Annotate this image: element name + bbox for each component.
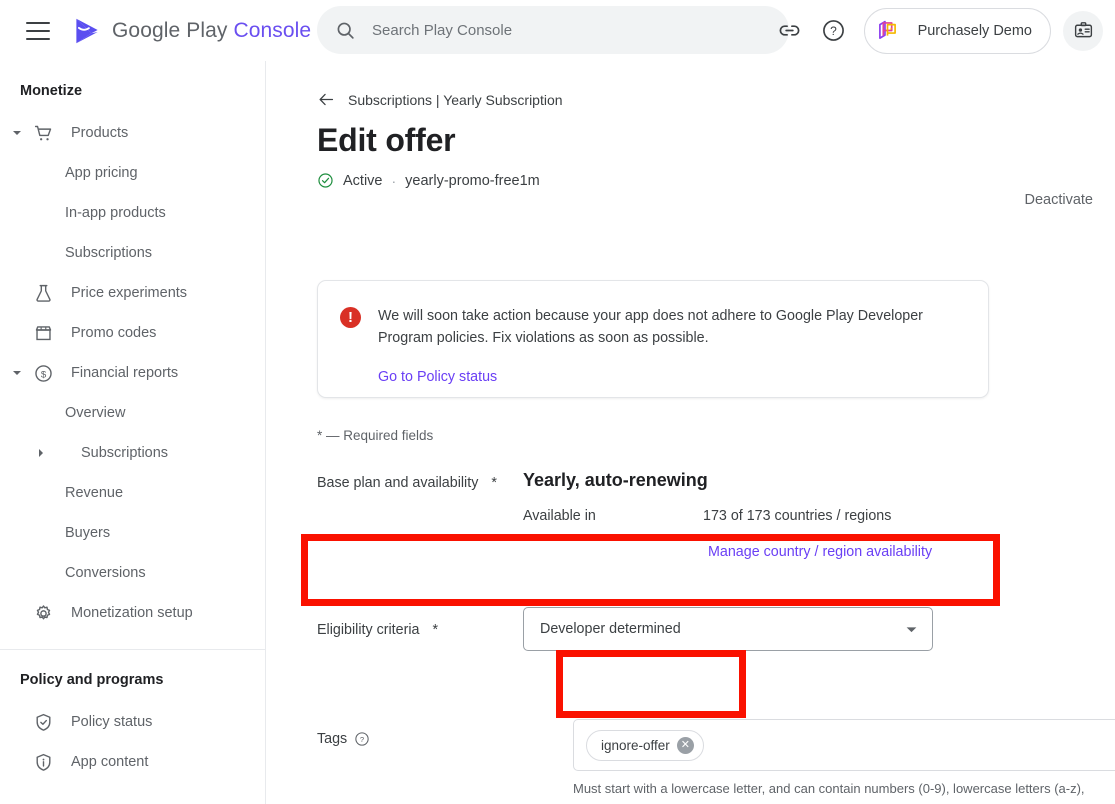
sidebar-item-buyers[interactable]: Buyers	[0, 513, 265, 553]
sidebar-item-label: Overview	[65, 405, 126, 421]
main-content: Subscriptions | Yearly Subscription Edit…	[266, 61, 1115, 804]
sidebar-item-label: Policy status	[71, 714, 153, 730]
sidebar-item-policy-status[interactable]: Policy status	[0, 702, 265, 742]
sidebar-section-title-monetize: Monetize	[20, 83, 83, 99]
status-badge: Active · yearly-promo-free1m	[317, 172, 1115, 189]
sidebar-item-label: Revenue	[65, 485, 124, 501]
hamburger-icon[interactable]	[26, 21, 50, 40]
sidebar-item-label: Conversions	[65, 565, 146, 581]
page-title: Edit offer	[317, 122, 456, 158]
arrow-left-icon[interactable]	[317, 90, 336, 109]
offer-id: yearly-promo-free1m	[405, 172, 540, 189]
sidebar-item-promo-codes[interactable]: Promo codes	[0, 313, 265, 353]
search-icon	[337, 22, 354, 39]
tag-chip[interactable]: ignore-offer ✕	[586, 729, 704, 761]
eligibility-criteria-label: Eligibility criteria *	[317, 622, 439, 638]
play-console-page: Google Play Console ?	[0, 0, 1115, 804]
brand-text: Google Play Console	[112, 19, 311, 43]
chevron-down-icon[interactable]	[6, 368, 28, 378]
purchasely-logo-icon	[869, 12, 906, 49]
status-label: Active	[343, 172, 383, 189]
tags-label-row: Tags ?	[317, 731, 370, 747]
chevron-down-icon[interactable]	[6, 128, 28, 138]
google-play-triangle-icon	[76, 18, 98, 43]
sidebar-item-label: In-app products	[65, 205, 166, 221]
sidebar-item-label: Financial reports	[71, 365, 179, 381]
sidebar-item-in-app-products[interactable]: In-app products	[0, 193, 265, 233]
available-in-label: Available in	[523, 508, 596, 524]
sidebar-item-label: App pricing	[65, 165, 138, 181]
sidebar-item-price-experiments[interactable]: Price experiments	[0, 273, 265, 313]
policy-warning-banner: ! We will soon take action because your …	[317, 280, 989, 398]
error-exclamation-icon: !	[340, 307, 361, 328]
svg-text:?: ?	[830, 24, 837, 38]
sidebar-item-monetization-setup[interactable]: Monetization setup	[0, 593, 265, 633]
status-separator: ·	[391, 172, 397, 189]
manage-country-region-availability-link[interactable]: Manage country / region availability	[708, 544, 932, 560]
sidebar-item-subscriptions-reports[interactable]: Subscriptions	[0, 433, 265, 473]
sidebar-item-label: Price experiments	[71, 285, 188, 301]
base-plan-label: Base plan and availability *	[317, 475, 497, 491]
breadcrumb-label: Subscriptions | Yearly Subscription	[348, 91, 563, 108]
tags-help-text: Must start with a lowercase letter, and …	[573, 781, 1085, 804]
sidebar-item-label: Monetization setup	[71, 605, 193, 621]
id-badge-icon[interactable]	[1063, 10, 1103, 51]
help-circle-icon[interactable]: ?	[814, 11, 854, 51]
brand-logo[interactable]: Google Play Console	[72, 16, 311, 46]
sidebar-item-app-pricing[interactable]: App pricing	[0, 153, 265, 193]
close-circle-icon[interactable]: ✕	[676, 736, 694, 754]
required-asterisk: *	[491, 475, 497, 491]
sidebar-item-app-content[interactable]: App content	[0, 742, 265, 782]
dollar-icon: $	[28, 363, 58, 384]
sidebar-item-products[interactable]: Products	[0, 113, 265, 153]
chevron-right-icon[interactable]	[30, 448, 52, 458]
sidebar-item-subscriptions[interactable]: Subscriptions	[0, 233, 265, 273]
flask-icon	[28, 283, 58, 304]
brand-google-play: Google Play	[112, 18, 228, 42]
chevron-down-icon[interactable]	[905, 623, 918, 636]
check-circle-icon	[318, 173, 333, 188]
sidebar-item-overview[interactable]: Overview	[0, 393, 265, 433]
link-icon[interactable]	[770, 11, 810, 51]
shield-check-icon	[28, 712, 58, 733]
top-bar-actions: ? Purchasely Demo	[770, 0, 1103, 61]
sidebar-item-label: Promo codes	[71, 325, 157, 341]
gear-icon	[28, 603, 58, 624]
store-icon	[28, 323, 58, 344]
sidebar-item-label: Products	[71, 125, 129, 141]
base-plan-title: Yearly, auto-renewing	[523, 470, 708, 490]
cart-icon	[28, 123, 58, 144]
svg-text:?: ?	[360, 735, 364, 744]
eligibility-criteria-select[interactable]: Developer determined	[523, 607, 933, 651]
banner-text: We will soon take action because your ap…	[378, 308, 923, 347]
deactivate-button[interactable]: Deactivate	[1024, 192, 1093, 208]
account-switcher[interactable]: Purchasely Demo	[863, 7, 1051, 54]
sidebar-item-label: App content	[71, 754, 149, 770]
tags-input-field[interactable]: ignore-offer ✕	[573, 719, 1115, 771]
sidebar-nav: Monetize Products App pricing In-app pro…	[0, 61, 266, 804]
required-fields-note: * — Required fields	[317, 428, 434, 443]
available-in-value: 173 of 173 countries / regions	[703, 508, 892, 524]
tags-label: Tags	[317, 731, 348, 747]
svg-text:$: $	[40, 369, 46, 380]
breadcrumb[interactable]: Subscriptions | Yearly Subscription	[317, 90, 1115, 109]
info-shield-icon	[28, 752, 58, 773]
tag-chip-label: ignore-offer	[601, 737, 670, 753]
sidebar-section-title-policy: Policy and programs	[20, 672, 164, 688]
search-input[interactable]	[372, 21, 762, 39]
top-app-bar: Google Play Console ?	[0, 0, 1115, 61]
sidebar-item-conversions[interactable]: Conversions	[0, 553, 265, 593]
required-asterisk: *	[432, 622, 439, 638]
sidebar-item-label: Subscriptions	[65, 245, 153, 261]
brand-console: Console	[233, 18, 312, 42]
go-to-policy-status-link[interactable]: Go to Policy status	[378, 369, 497, 385]
sidebar-item-label: Buyers	[65, 525, 111, 541]
eligibility-criteria-value: Developer determined	[540, 621, 681, 637]
sidebar-item-label: Subscriptions	[81, 445, 169, 461]
sidebar-item-revenue[interactable]: Revenue	[0, 473, 265, 513]
sidebar-item-financial-reports[interactable]: $ Financial reports	[0, 353, 265, 393]
search-bar[interactable]	[317, 6, 789, 54]
account-name: Purchasely Demo	[917, 22, 1032, 39]
help-circle-icon[interactable]: ?	[354, 731, 370, 747]
